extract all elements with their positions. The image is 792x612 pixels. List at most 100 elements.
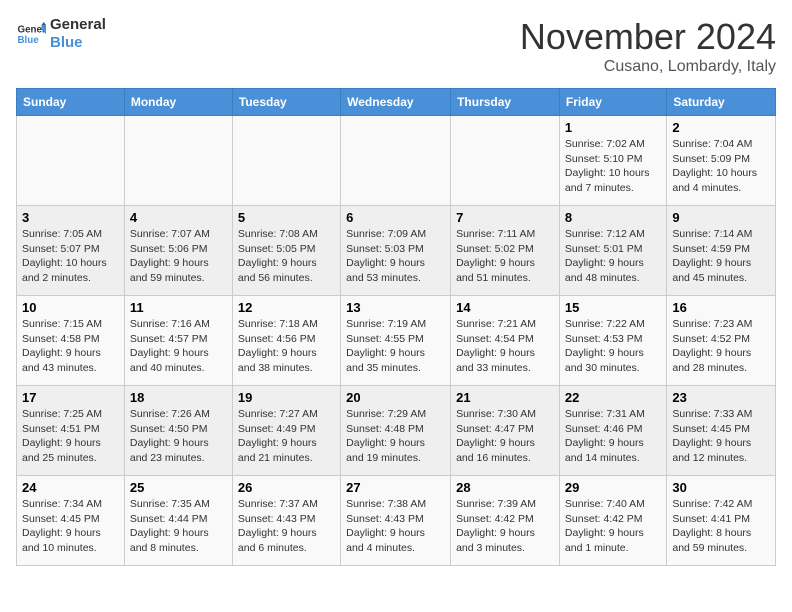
logo-icon: General Blue xyxy=(16,19,46,49)
calendar-cell: 5Sunrise: 7:08 AM Sunset: 5:05 PM Daylig… xyxy=(232,206,340,296)
calendar-cell: 23 Sunrise: 7:33 AM Sunset: 4:45 PM Dayli… xyxy=(667,386,776,476)
calendar-cell: 27 Sunrise: 7:38 AM Sunset: 4:43 PM Dayli… xyxy=(341,476,451,566)
calendar-cell xyxy=(17,116,125,206)
day-number: 13 xyxy=(346,300,445,315)
weekday-header-wednesday: Wednesday xyxy=(341,89,451,116)
calendar-cell: 24Sunrise: 7:34 AM Sunset: 4:45 PM Dayli… xyxy=(17,476,125,566)
calendar-cell: 14 Sunrise: 7:21 AM Sunset: 4:54 PM Dayli… xyxy=(451,296,560,386)
calendar-cell xyxy=(232,116,340,206)
day-info: Sunrise: 7:26 AM Sunset: 4:50 PM Dayligh… xyxy=(130,407,227,466)
calendar-week-row: 10Sunrise: 7:15 AM Sunset: 4:58 PM Dayli… xyxy=(17,296,776,386)
svg-text:Blue: Blue xyxy=(18,35,40,46)
day-number: 15 xyxy=(565,300,661,315)
day-info: Sunrise: 7:07 AM Sunset: 5:06 PM Dayligh… xyxy=(130,227,227,286)
day-number: 23 xyxy=(672,390,770,405)
calendar-week-row: 24Sunrise: 7:34 AM Sunset: 4:45 PM Dayli… xyxy=(17,476,776,566)
calendar-table: SundayMondayTuesdayWednesdayThursdayFrid… xyxy=(16,88,776,566)
day-info: Sunrise: 7:12 AM Sunset: 5:01 PM Dayligh… xyxy=(565,227,661,286)
calendar-cell: 1 Sunrise: 7:02 AM Sunset: 5:10 PM Daylig… xyxy=(559,116,666,206)
day-number: 25 xyxy=(130,480,227,495)
calendar-cell: 29 Sunrise: 7:40 AM Sunset: 4:42 PM Dayli… xyxy=(559,476,666,566)
calendar-cell: 15 Sunrise: 7:22 AM Sunset: 4:53 PM Dayli… xyxy=(559,296,666,386)
day-info: Sunrise: 7:09 AM Sunset: 5:03 PM Dayligh… xyxy=(346,227,445,286)
day-info: Sunrise: 7:22 AM Sunset: 4:53 PM Dayligh… xyxy=(565,317,661,376)
calendar-cell: 7 Sunrise: 7:11 AM Sunset: 5:02 PM Daylig… xyxy=(451,206,560,296)
calendar-cell xyxy=(341,116,451,206)
calendar-cell: 28Sunrise: 7:39 AM Sunset: 4:42 PM Dayli… xyxy=(451,476,560,566)
day-info: Sunrise: 7:18 AM Sunset: 4:56 PM Dayligh… xyxy=(238,317,335,376)
calendar-week-row: 17Sunrise: 7:25 AM Sunset: 4:51 PM Dayli… xyxy=(17,386,776,476)
day-number: 11 xyxy=(130,300,227,315)
day-info: Sunrise: 7:05 AM Sunset: 5:07 PM Dayligh… xyxy=(22,227,119,286)
calendar-cell: 6Sunrise: 7:09 AM Sunset: 5:03 PM Daylig… xyxy=(341,206,451,296)
day-number: 24 xyxy=(22,480,119,495)
day-info: Sunrise: 7:04 AM Sunset: 5:09 PM Dayligh… xyxy=(672,137,770,196)
calendar-cell: 19Sunrise: 7:27 AM Sunset: 4:49 PM Dayli… xyxy=(232,386,340,476)
day-number: 3 xyxy=(22,210,119,225)
calendar-week-row: 3 Sunrise: 7:05 AM Sunset: 5:07 PM Daylig… xyxy=(17,206,776,296)
calendar-cell: 12 Sunrise: 7:18 AM Sunset: 4:56 PM Dayli… xyxy=(232,296,340,386)
day-number: 30 xyxy=(672,480,770,495)
location: Cusano, Lombardy, Italy xyxy=(520,58,776,76)
weekday-header-saturday: Saturday xyxy=(667,89,776,116)
calendar-cell: 8 Sunrise: 7:12 AM Sunset: 5:01 PM Daylig… xyxy=(559,206,666,296)
day-info: Sunrise: 7:33 AM Sunset: 4:45 PM Dayligh… xyxy=(672,407,770,466)
logo-blue-text: Blue xyxy=(50,34,83,51)
day-number: 7 xyxy=(456,210,554,225)
day-info: Sunrise: 7:40 AM Sunset: 4:42 PM Dayligh… xyxy=(565,497,661,556)
calendar-cell: 17Sunrise: 7:25 AM Sunset: 4:51 PM Dayli… xyxy=(17,386,125,476)
day-info: Sunrise: 7:16 AM Sunset: 4:57 PM Dayligh… xyxy=(130,317,227,376)
weekday-header-friday: Friday xyxy=(559,89,666,116)
weekday-header-tuesday: Tuesday xyxy=(232,89,340,116)
calendar-cell: 13 Sunrise: 7:19 AM Sunset: 4:55 PM Dayli… xyxy=(341,296,451,386)
day-number: 27 xyxy=(346,480,445,495)
weekday-header-thursday: Thursday xyxy=(451,89,560,116)
day-number: 8 xyxy=(565,210,661,225)
calendar-cell: 10Sunrise: 7:15 AM Sunset: 4:58 PM Dayli… xyxy=(17,296,125,386)
day-number: 21 xyxy=(456,390,554,405)
day-info: Sunrise: 7:11 AM Sunset: 5:02 PM Dayligh… xyxy=(456,227,554,286)
day-info: Sunrise: 7:19 AM Sunset: 4:55 PM Dayligh… xyxy=(346,317,445,376)
calendar-cell: 22Sunrise: 7:31 AM Sunset: 4:46 PM Dayli… xyxy=(559,386,666,476)
day-info: Sunrise: 7:42 AM Sunset: 4:41 PM Dayligh… xyxy=(672,497,770,556)
day-number: 29 xyxy=(565,480,661,495)
day-info: Sunrise: 7:39 AM Sunset: 4:42 PM Dayligh… xyxy=(456,497,554,556)
calendar-cell: 9 Sunrise: 7:14 AM Sunset: 4:59 PM Daylig… xyxy=(667,206,776,296)
calendar-cell: 21Sunrise: 7:30 AM Sunset: 4:47 PM Dayli… xyxy=(451,386,560,476)
day-info: Sunrise: 7:02 AM Sunset: 5:10 PM Dayligh… xyxy=(565,137,661,196)
logo-general-text: General xyxy=(50,16,106,33)
day-info: Sunrise: 7:29 AM Sunset: 4:48 PM Dayligh… xyxy=(346,407,445,466)
day-number: 5 xyxy=(238,210,335,225)
day-number: 18 xyxy=(130,390,227,405)
calendar-week-row: 1 Sunrise: 7:02 AM Sunset: 5:10 PM Daylig… xyxy=(17,116,776,206)
weekday-header-sunday: Sunday xyxy=(17,89,125,116)
weekday-header-monday: Monday xyxy=(124,89,232,116)
calendar-cell: 30 Sunrise: 7:42 AM Sunset: 4:41 PM Dayli… xyxy=(667,476,776,566)
day-info: Sunrise: 7:14 AM Sunset: 4:59 PM Dayligh… xyxy=(672,227,770,286)
month-title: November 2024 xyxy=(520,16,776,58)
calendar-cell: 16 Sunrise: 7:23 AM Sunset: 4:52 PM Dayli… xyxy=(667,296,776,386)
day-number: 10 xyxy=(22,300,119,315)
calendar-cell: 4 Sunrise: 7:07 AM Sunset: 5:06 PM Daylig… xyxy=(124,206,232,296)
day-number: 1 xyxy=(565,120,661,135)
calendar-cell: 26Sunrise: 7:37 AM Sunset: 4:43 PM Dayli… xyxy=(232,476,340,566)
day-info: Sunrise: 7:23 AM Sunset: 4:52 PM Dayligh… xyxy=(672,317,770,376)
day-number: 4 xyxy=(130,210,227,225)
calendar-header: SundayMondayTuesdayWednesdayThursdayFrid… xyxy=(17,89,776,116)
calendar-body: 1 Sunrise: 7:02 AM Sunset: 5:10 PM Daylig… xyxy=(17,116,776,566)
weekday-row: SundayMondayTuesdayWednesdayThursdayFrid… xyxy=(17,89,776,116)
title-block: November 2024 Cusano, Lombardy, Italy xyxy=(520,16,776,76)
calendar-cell: 11 Sunrise: 7:16 AM Sunset: 4:57 PM Dayli… xyxy=(124,296,232,386)
calendar-cell: 25Sunrise: 7:35 AM Sunset: 4:44 PM Dayli… xyxy=(124,476,232,566)
day-number: 22 xyxy=(565,390,661,405)
day-info: Sunrise: 7:21 AM Sunset: 4:54 PM Dayligh… xyxy=(456,317,554,376)
calendar-cell xyxy=(451,116,560,206)
calendar-cell: 20Sunrise: 7:29 AM Sunset: 4:48 PM Dayli… xyxy=(341,386,451,476)
calendar-cell xyxy=(124,116,232,206)
day-number: 9 xyxy=(672,210,770,225)
day-number: 12 xyxy=(238,300,335,315)
day-number: 16 xyxy=(672,300,770,315)
day-number: 14 xyxy=(456,300,554,315)
logo: General Blue General Blue xyxy=(16,16,106,52)
day-info: Sunrise: 7:38 AM Sunset: 4:43 PM Dayligh… xyxy=(346,497,445,556)
